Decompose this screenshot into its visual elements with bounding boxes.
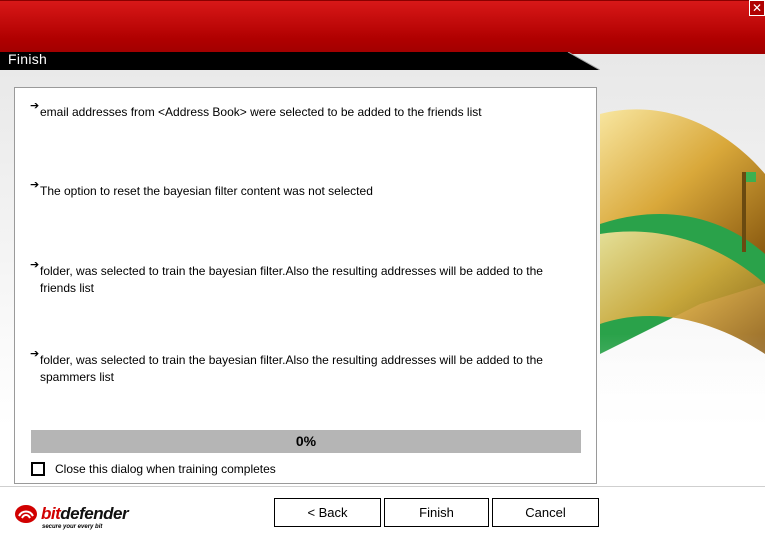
training-progress-bar: 0% (31, 430, 581, 453)
close-when-complete-label[interactable]: Close this dialog when training complete… (55, 462, 276, 477)
bitdefender-logo: bitdefender secure your every bit (14, 502, 164, 538)
wizard-window: ✕ Finish ➔ email addresses from <Address… (0, 0, 765, 551)
bullet-arrow-icon: ➔ (30, 347, 40, 360)
bullet-arrow-icon: ➔ (30, 258, 40, 271)
page-title: Finish (8, 51, 48, 67)
summary-item-reset-filter: The option to reset the bayesian filter … (40, 184, 373, 198)
bullet-arrow-icon: ➔ (30, 178, 40, 191)
summary-item-address-book: email addresses from <Address Book> were… (40, 105, 482, 119)
back-button[interactable]: < Back (274, 498, 381, 527)
close-icon: ✕ (751, 1, 763, 15)
close-when-complete-checkbox[interactable] (31, 462, 45, 476)
finish-button[interactable]: Finish (384, 498, 489, 527)
cancel-button[interactable]: Cancel (492, 498, 599, 527)
summary-item-spammers-folder: folder, was selected to train the bayesi… (40, 353, 543, 384)
progress-label: 0% (295, 433, 317, 449)
bitdefender-logo-icon (15, 505, 37, 523)
bullet-arrow-icon: ➔ (30, 99, 40, 112)
top-red-bar (0, 0, 765, 55)
summary-item-friends-folder: folder, was selected to train the bayesi… (40, 264, 543, 295)
close-button[interactable]: ✕ (749, 0, 765, 16)
footer-divider (0, 486, 765, 487)
title-tab (0, 52, 600, 70)
